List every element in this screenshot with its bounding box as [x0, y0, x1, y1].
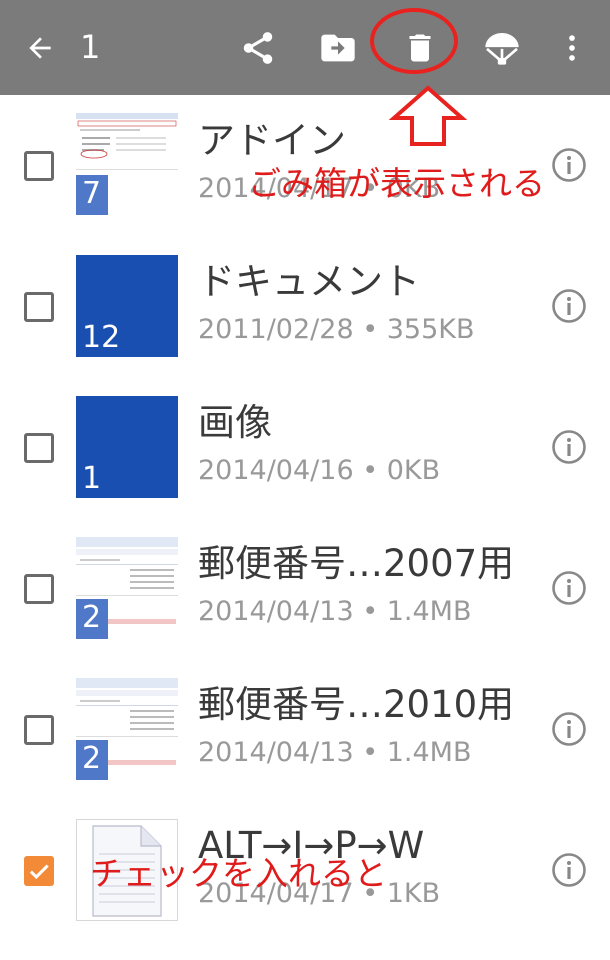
row-checkbox[interactable]: [24, 574, 54, 604]
share-button[interactable]: [232, 0, 284, 95]
file-row[interactable]: 12 ドキュメント 2011/02/28 • 355KB: [0, 236, 610, 377]
checkmark-icon: [29, 864, 49, 880]
file-meta: 2014/04/13 • 1.4MB: [198, 737, 472, 768]
row-checkbox-checked[interactable]: [24, 856, 54, 886]
info-icon[interactable]: [551, 429, 587, 465]
info-icon[interactable]: [551, 711, 587, 747]
annotation-text-check: チェックを入れると: [90, 854, 387, 893]
item-count-badge: 7: [76, 175, 108, 215]
file-meta: 2014/04/16 • 0KB: [198, 455, 441, 486]
item-count-badge: 1: [82, 461, 102, 496]
share-icon: [243, 31, 273, 64]
offline-button[interactable]: [476, 0, 528, 95]
file-row[interactable]: 2 郵便番号…2007用 2014/04/13 • 1.4MB: [0, 518, 610, 659]
annotation-up-arrow: [388, 85, 468, 146]
file-name: 郵便番号…2010用: [198, 683, 515, 726]
folder-thumbnail: 7: [76, 113, 178, 215]
row-checkbox[interactable]: [24, 715, 54, 745]
folder-thumbnail: 2: [76, 537, 178, 639]
info-icon[interactable]: [551, 570, 587, 606]
file-list: 7 アドイン 2014/04/17 • 0KB 12 ドキュメント 2011/0…: [0, 95, 610, 960]
row-checkbox[interactable]: [24, 292, 54, 322]
folder-thumbnail: 2: [76, 678, 178, 780]
offline-parachute-icon: [485, 32, 519, 65]
move-button[interactable]: [312, 0, 364, 95]
annotation-text-trash: ごみ箱が表示される: [248, 164, 545, 203]
file-meta: 2011/02/28 • 355KB: [198, 314, 475, 345]
info-icon[interactable]: [551, 147, 587, 183]
back-button[interactable]: [14, 0, 66, 95]
info-icon[interactable]: [551, 288, 587, 324]
file-meta: 2014/04/13 • 1.4MB: [198, 596, 472, 627]
file-name: 画像: [198, 401, 272, 444]
item-count-badge: 12: [82, 320, 121, 355]
file-name: ドキュメント: [198, 260, 420, 303]
info-icon[interactable]: [551, 852, 587, 888]
file-row[interactable]: 2 郵便番号…2010用 2014/04/13 • 1.4MB: [0, 659, 610, 800]
item-count-badge: 2: [76, 740, 108, 780]
selected-count: 1: [80, 28, 101, 66]
action-bar: 1: [0, 0, 610, 95]
annotation-circle: [370, 8, 458, 74]
row-checkbox[interactable]: [24, 151, 54, 181]
file-row[interactable]: 1 画像 2014/04/16 • 0KB: [0, 377, 610, 518]
file-name: 郵便番号…2007用: [198, 542, 515, 585]
more-vert-icon: [569, 34, 575, 61]
move-to-folder-icon: [321, 34, 355, 61]
row-checkbox[interactable]: [24, 433, 54, 463]
item-count-badge: 2: [76, 599, 108, 639]
folder-thumbnail: 1: [76, 396, 178, 498]
more-options-button[interactable]: [548, 0, 596, 95]
file-name: アドイン: [198, 119, 346, 162]
arrow-back-icon: [29, 36, 51, 59]
folder-thumbnail: 12: [76, 255, 178, 357]
